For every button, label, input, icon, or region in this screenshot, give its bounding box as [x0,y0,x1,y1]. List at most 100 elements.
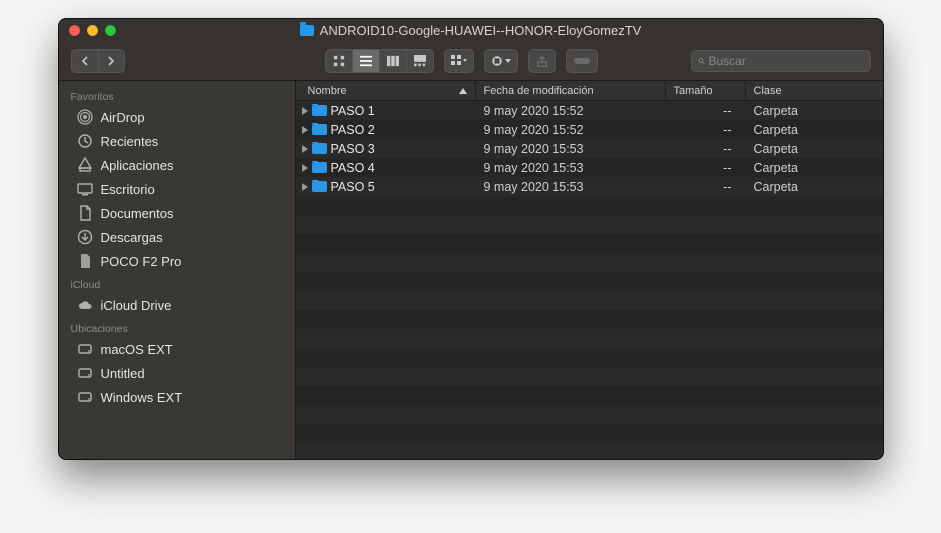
file-name: PASO 2 [331,123,375,137]
empty-row [296,405,883,424]
sidebar-section-header: iCloud [59,273,295,293]
table-row[interactable]: PASO 59 may 2020 15:53--Carpeta [296,177,883,196]
file-kind: Carpeta [746,104,883,118]
empty-row [296,196,883,215]
file-date: 9 may 2020 15:53 [476,142,666,156]
sort-ascending-icon [459,88,467,94]
table-row[interactable]: PASO 29 may 2020 15:52--Carpeta [296,120,883,139]
forward-button[interactable] [98,50,124,72]
column-header-name[interactable]: Nombre [296,81,476,100]
window-title-text: ANDROID10-Google-HUAWEI--HONOR-EloyGomez… [320,23,642,38]
disclosure-triangle-icon[interactable] [302,164,308,172]
action-group [484,49,518,73]
sidebar-section-header: Ubicaciones [59,317,295,337]
file-size: -- [666,142,746,156]
empty-row [296,424,883,443]
sidebar-item[interactable]: Windows EXT [59,385,295,409]
sidebar-item-label: POCO F2 Pro [101,254,182,269]
folder-icon [300,25,314,36]
disk-icon [77,341,93,357]
share-button[interactable] [529,50,555,72]
table-row[interactable]: PASO 19 may 2020 15:52--Carpeta [296,101,883,120]
column-header-kind-label: Clase [754,85,782,97]
file-rows[interactable]: PASO 19 may 2020 15:52--CarpetaPASO 29 m… [296,101,883,459]
sidebar[interactable]: FavoritosAirDropRecientesAplicacionesEsc… [59,81,296,459]
downloads-icon [77,229,93,245]
file-date: 9 may 2020 15:52 [476,123,666,137]
sidebar-item[interactable]: Recientes [59,129,295,153]
minimize-button[interactable] [87,25,98,36]
sidebar-item[interactable]: macOS EXT [59,337,295,361]
column-header-kind[interactable]: Clase [746,81,883,100]
disk-icon [77,365,93,381]
toolbar [59,41,883,81]
view-icons-button[interactable] [326,50,352,72]
action-menu-button[interactable] [485,50,517,72]
empty-row [296,386,883,405]
column-header-size[interactable]: Tamaño [666,81,746,100]
close-button[interactable] [69,25,80,36]
empty-row [296,310,883,329]
folder-icon [312,162,327,173]
file-name: PASO 4 [331,161,375,175]
column-header-date[interactable]: Fecha de modificación [476,81,666,100]
search-box[interactable] [691,50,871,72]
column-header-date-label: Fecha de modificación [484,85,594,97]
file-name: PASO 1 [331,104,375,118]
title-bar: ANDROID10-Google-HUAWEI--HONOR-EloyGomez… [59,19,883,41]
tags-button[interactable] [567,50,597,72]
empty-row [296,272,883,291]
sidebar-item[interactable]: AirDrop [59,105,295,129]
arrange-button[interactable] [445,50,473,72]
empty-row [296,234,883,253]
empty-row [296,367,883,386]
sidebar-item[interactable]: iCloud Drive [59,293,295,317]
empty-row [296,348,883,367]
tags-group [566,49,598,73]
view-columns-button[interactable] [379,50,406,72]
nav-buttons [71,49,125,73]
window-title: ANDROID10-Google-HUAWEI--HONOR-EloyGomez… [59,23,883,38]
file-kind: Carpeta [746,161,883,175]
empty-row [296,215,883,234]
maximize-button[interactable] [105,25,116,36]
folder-icon [312,143,327,154]
view-gallery-button[interactable] [406,50,433,72]
sidebar-item-label: Untitled [101,366,145,381]
view-list-button[interactable] [352,50,379,72]
table-row[interactable]: PASO 39 may 2020 15:53--Carpeta [296,139,883,158]
cloud-icon [77,297,93,313]
sidebar-item-label: Recientes [101,134,159,149]
sidebar-item-label: Documentos [101,206,174,221]
folder-icon [312,124,327,135]
doc-icon [77,253,93,269]
sidebar-item-label: macOS EXT [101,342,173,357]
apps-icon [77,157,93,173]
sidebar-item[interactable]: Aplicaciones [59,153,295,177]
table-row[interactable]: PASO 49 may 2020 15:53--Carpeta [296,158,883,177]
disclosure-triangle-icon[interactable] [302,183,308,191]
file-size: -- [666,161,746,175]
file-name: PASO 3 [331,142,375,156]
empty-row [296,329,883,348]
sidebar-item[interactable]: Descargas [59,225,295,249]
sidebar-item[interactable]: Escritorio [59,177,295,201]
sidebar-item-label: AirDrop [101,110,145,125]
disclosure-triangle-icon[interactable] [302,126,308,134]
disclosure-triangle-icon[interactable] [302,145,308,153]
sidebar-item[interactable]: POCO F2 Pro [59,249,295,273]
sidebar-item[interactable]: Documentos [59,201,295,225]
finder-window: ANDROID10-Google-HUAWEI--HONOR-EloyGomez… [58,18,884,460]
folder-icon [312,181,327,192]
recents-icon [77,133,93,149]
column-header-size-label: Tamaño [674,85,713,97]
disclosure-triangle-icon[interactable] [302,107,308,115]
sidebar-item[interactable]: Untitled [59,361,295,385]
file-size: -- [666,123,746,137]
back-button[interactable] [72,50,98,72]
sidebar-item-label: Aplicaciones [101,158,174,173]
file-date: 9 may 2020 15:53 [476,180,666,194]
sidebar-item-label: Windows EXT [101,390,183,405]
search-input[interactable] [709,54,864,68]
documents-icon [77,205,93,221]
